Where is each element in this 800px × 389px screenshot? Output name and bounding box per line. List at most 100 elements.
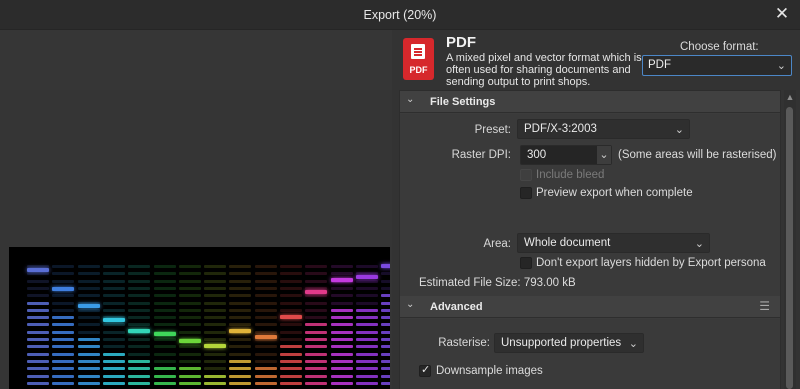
equalizer-segment	[305, 352, 328, 356]
equalizer-segment	[128, 352, 151, 356]
equalizer-segment	[305, 316, 328, 320]
equalizer-segment	[355, 279, 378, 283]
equalizer-segment	[153, 381, 176, 385]
equalizer-segment	[355, 286, 378, 290]
chevron-down-icon[interactable]: ⌄	[597, 146, 611, 164]
downsample-images-checkbox[interactable]	[419, 363, 431, 377]
equalizer-segment	[330, 308, 353, 312]
equalizer-column	[77, 247, 100, 389]
equalizer-column	[280, 247, 302, 389]
equalizer-segment	[204, 308, 227, 312]
equalizer-column	[254, 247, 277, 389]
equalizer-segment	[229, 265, 252, 268]
pdf-file-icon: PDF	[403, 38, 434, 80]
equalizer-segment	[52, 345, 75, 349]
equalizer-segment	[52, 323, 75, 327]
equalizer-segment	[102, 286, 125, 290]
close-icon[interactable]: ✕	[772, 4, 792, 24]
equalizer-segment	[254, 323, 277, 327]
scrollbar-thumb[interactable]	[786, 107, 793, 389]
area-dropdown[interactable]: Whole document ⌄	[517, 233, 710, 253]
equalizer-segment	[381, 308, 390, 312]
equalizer-segment	[254, 294, 277, 298]
include-bleed-label: Include bleed	[536, 169, 605, 181]
equalizer-segment	[254, 308, 277, 312]
raster-dpi-field[interactable]: 300 ⌄	[520, 145, 612, 165]
equalizer-segment	[153, 323, 176, 327]
equalizer-segment	[178, 323, 201, 327]
equalizer-segment	[52, 316, 75, 320]
equalizer-segment	[280, 359, 302, 363]
chevron-down-icon: ⌄	[406, 299, 415, 310]
hamburger-menu-icon[interactable]: ☰	[759, 299, 770, 313]
equalizer-segment	[254, 279, 277, 283]
equalizer-segment	[330, 301, 353, 305]
equalizer-segment	[229, 272, 252, 276]
dont-export-hidden-checkbox[interactable]	[520, 257, 532, 269]
equalizer-segment	[355, 308, 378, 312]
equalizer-column	[381, 247, 390, 389]
preview-export-label: Preview export when complete	[536, 187, 693, 199]
equalizer-segment	[77, 381, 100, 385]
equalizer-segment	[305, 374, 328, 378]
scroll-up-arrow-icon[interactable]: ▲	[784, 92, 796, 104]
equalizer-column	[52, 247, 75, 389]
file-settings-title: File Settings	[430, 96, 496, 108]
equalizer-segment	[77, 308, 100, 312]
equalizer-segment	[330, 316, 353, 320]
equalizer-segment	[254, 374, 277, 378]
include-bleed-checkbox[interactable]	[520, 169, 532, 181]
equalizer-segment	[229, 301, 252, 305]
equalizer-segment	[305, 367, 328, 371]
equalizer-segment	[355, 359, 378, 363]
equalizer-segment	[305, 359, 328, 363]
rasterise-dropdown[interactable]: Unsupported properties ⌄	[494, 333, 644, 353]
equalizer-segment	[178, 374, 201, 378]
preset-value: PDF/X-3:2003	[524, 123, 597, 135]
equalizer-segment	[52, 301, 75, 305]
equalizer-segment	[229, 338, 252, 341]
equalizer-segment	[280, 279, 302, 283]
equalizer-segment	[77, 272, 100, 276]
equalizer-segment	[27, 286, 49, 290]
equalizer-segment	[355, 294, 378, 298]
equalizer-segment	[102, 308, 125, 312]
equalizer-segment	[355, 330, 378, 334]
equalizer-segment	[204, 279, 227, 283]
equalizer-segment	[254, 367, 277, 371]
equalizer-segment	[102, 294, 125, 298]
equalizer-segment	[153, 345, 176, 349]
equalizer-segment	[77, 367, 100, 371]
equalizer-segment	[381, 352, 390, 356]
advanced-header[interactable]: ⌄ Advanced ☰	[400, 296, 780, 318]
equalizer-peak	[178, 339, 201, 343]
preview-export-checkbox[interactable]	[520, 187, 532, 199]
equalizer-segment	[330, 345, 353, 349]
equalizer-segment	[128, 294, 151, 298]
equalizer-segment	[204, 301, 227, 305]
equalizer-segment	[153, 374, 176, 378]
equalizer-segment	[52, 367, 75, 371]
equalizer-segment	[153, 294, 176, 298]
equalizer-segment	[178, 279, 201, 283]
equalizer-segment	[128, 323, 151, 327]
equalizer-peak	[330, 278, 353, 282]
equalizer-segment	[77, 345, 100, 349]
equalizer-segment	[153, 352, 176, 356]
equalizer-segment	[102, 323, 125, 327]
equalizer-segment	[229, 279, 252, 283]
equalizer-peak	[52, 287, 75, 291]
format-select[interactable]: PDF ⌄	[642, 55, 792, 76]
equalizer-segment	[204, 294, 227, 298]
equalizer-segment	[77, 359, 100, 363]
equalizer-segment	[128, 359, 151, 363]
equalizer-segment	[305, 381, 328, 385]
chevron-down-icon: ⌄	[694, 238, 704, 250]
file-settings-body: Preset: PDF/X-3:2003 ⌄ Raster DPI: 300 ⌄…	[400, 114, 780, 296]
equalizer-segment	[381, 359, 390, 363]
format-description: A mixed pixel and vector format which is…	[446, 52, 642, 88]
equalizer-segment	[381, 272, 390, 276]
equalizer-segment	[330, 367, 353, 371]
file-settings-header[interactable]: ⌄ File Settings	[400, 91, 780, 113]
preset-dropdown[interactable]: PDF/X-3:2003 ⌄	[517, 119, 690, 139]
